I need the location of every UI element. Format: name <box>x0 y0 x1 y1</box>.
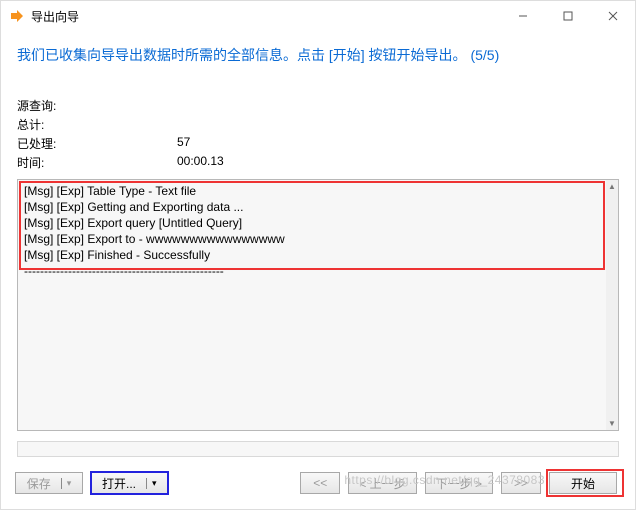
first-button[interactable]: << <box>300 472 340 494</box>
processed-label: 已处理: <box>17 135 177 152</box>
time-label: 时间: <box>17 154 177 171</box>
dropdown-icon: ▾ <box>146 478 157 489</box>
scroll-down-icon[interactable]: ▼ <box>608 417 616 430</box>
content-area: 我们已收集向导导出数据时所需的全部信息。点击 [开始] 按钮开始导出。 (5/5… <box>1 31 635 465</box>
start-button[interactable]: 开始 <box>549 472 617 494</box>
maximize-button[interactable] <box>545 1 590 31</box>
open-button[interactable]: 打开... ▾ <box>91 472 168 494</box>
titlebar: 导出向导 <box>1 1 635 31</box>
close-button[interactable] <box>590 1 635 31</box>
start-button-label: 开始 <box>571 475 595 492</box>
export-wizard-window: 导出向导 我们已收集向导导出数据时所需的全部信息。点击 [开始] 按钮开始导出。… <box>0 0 636 510</box>
total-label: 总计: <box>17 116 177 133</box>
open-button-label: 打开... <box>102 475 136 492</box>
time-value: 00:00.13 <box>177 154 224 171</box>
next-button[interactable]: 下一步 > <box>425 472 493 494</box>
save-button[interactable]: 保存 ▾ <box>15 472 83 494</box>
minimize-button[interactable] <box>500 1 545 31</box>
dropdown-icon: ▾ <box>61 478 72 489</box>
processed-value: 57 <box>177 135 190 152</box>
progress-bar <box>17 441 619 457</box>
log-content: [Msg] [Exp] Table Type - Text file [Msg]… <box>18 180 618 282</box>
footer-toolbar: 保存 ▾ 打开... ▾ << < 上一步 下一步 > >> 开始 <box>1 465 635 509</box>
app-icon <box>9 8 25 24</box>
window-title: 导出向导 <box>31 8 79 25</box>
source-query-label: 源查询: <box>17 97 177 114</box>
log-textarea[interactable]: [Msg] [Exp] Table Type - Text file [Msg]… <box>17 179 619 431</box>
prev-button[interactable]: < 上一步 <box>348 472 416 494</box>
instruction-text: 我们已收集向导导出数据时所需的全部信息。点击 [开始] 按钮开始导出。 (5/5… <box>17 45 619 65</box>
last-button[interactable]: >> <box>501 472 541 494</box>
scroll-up-icon[interactable]: ▲ <box>608 180 616 193</box>
save-button-label: 保存 <box>27 475 51 492</box>
stats-block: 源查询: 总计: 已处理: 57 时间: 00:00.13 <box>17 95 619 173</box>
scrollbar[interactable]: ▲ ▼ <box>606 180 618 430</box>
